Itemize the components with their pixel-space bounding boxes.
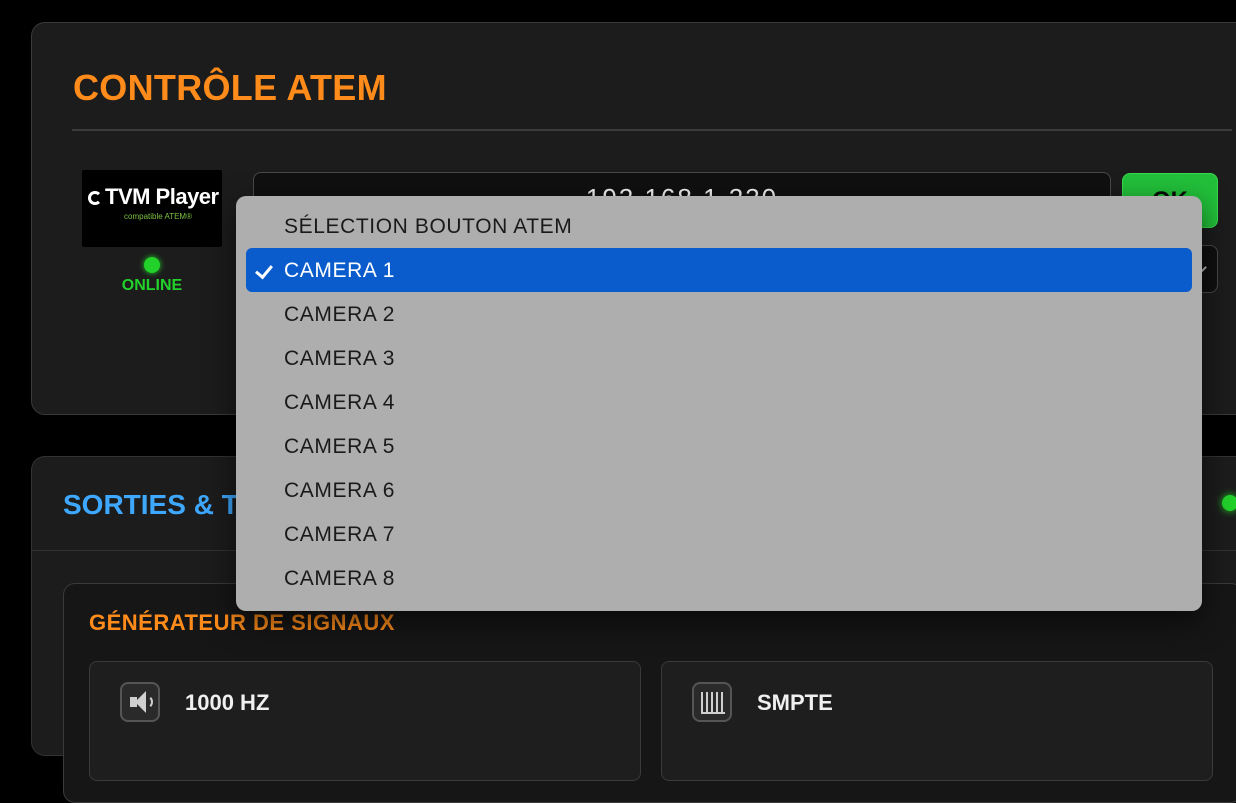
dropdown-option-label: CAMERA 2 bbox=[284, 303, 395, 326]
dropdown-option-label: CAMERA 1 bbox=[284, 259, 395, 282]
dropdown-option-camera-4[interactable]: CAMERA 4 bbox=[246, 380, 1192, 424]
tvm-swirl-icon bbox=[88, 191, 102, 205]
logo-wordmark: TVM Player bbox=[88, 184, 219, 210]
dropdown-option-camera-2[interactable]: CAMERA 2 bbox=[246, 292, 1192, 336]
dropdown-option-camera-8[interactable]: CAMERA 8 bbox=[246, 556, 1192, 600]
dropdown-option-camera-5[interactable]: CAMERA 5 bbox=[246, 424, 1192, 468]
signal-generator-heading: GÉNÉRATEUR DE SIGNAUX bbox=[89, 610, 395, 635]
logo-tagline: compatible ATEM® bbox=[124, 212, 192, 221]
color-bars-icon bbox=[692, 682, 732, 722]
dropdown-option-camera-7[interactable]: CAMERA 7 bbox=[246, 512, 1192, 556]
outputs-panel-title: SORTIES & T bbox=[63, 489, 239, 520]
tone-1000hz-button[interactable]: 1000 HZ bbox=[89, 661, 641, 781]
online-status-dot-icon bbox=[144, 257, 160, 273]
dropdown-option-label: CAMERA 3 bbox=[284, 347, 395, 370]
checkmark-icon bbox=[255, 260, 273, 280]
smpte-bars-label: SMPTE bbox=[757, 690, 833, 715]
logo-name: TVM Player bbox=[105, 184, 219, 209]
dropdown-option-label: CAMERA 7 bbox=[284, 523, 395, 546]
speaker-icon bbox=[120, 682, 160, 722]
outputs-status-dot-icon bbox=[1222, 495, 1236, 511]
dropdown-option-label: CAMERA 8 bbox=[284, 567, 395, 590]
atem-panel-title: CONTRÔLE ATEM bbox=[73, 67, 387, 108]
tvm-player-logo: TVM Player compatible ATEM® bbox=[82, 170, 222, 247]
dropdown-option-camera-6[interactable]: CAMERA 6 bbox=[246, 468, 1192, 512]
atem-title-divider bbox=[72, 129, 1232, 131]
smpte-bars-button[interactable]: SMPTE bbox=[661, 661, 1213, 781]
signal-generator-card: GÉNÉRATEUR DE SIGNAUX 1000 HZ SMPTE bbox=[63, 583, 1236, 803]
tone-1000hz-label: 1000 HZ bbox=[185, 690, 270, 715]
dropdown-option-placeholder[interactable]: SÉLECTION BOUTON ATEM bbox=[246, 204, 1192, 248]
dropdown-option-label: SÉLECTION BOUTON ATEM bbox=[284, 215, 573, 238]
dropdown-option-camera-1[interactable]: CAMERA 1 bbox=[246, 248, 1192, 292]
dropdown-option-camera-3[interactable]: CAMERA 3 bbox=[246, 336, 1192, 380]
dropdown-option-label: CAMERA 5 bbox=[284, 435, 395, 458]
dropdown-option-label: CAMERA 6 bbox=[284, 479, 395, 502]
atem-button-dropdown[interactable]: SÉLECTION BOUTON ATEM CAMERA 1 CAMERA 2 … bbox=[236, 196, 1202, 611]
dropdown-option-label: CAMERA 4 bbox=[284, 391, 395, 414]
